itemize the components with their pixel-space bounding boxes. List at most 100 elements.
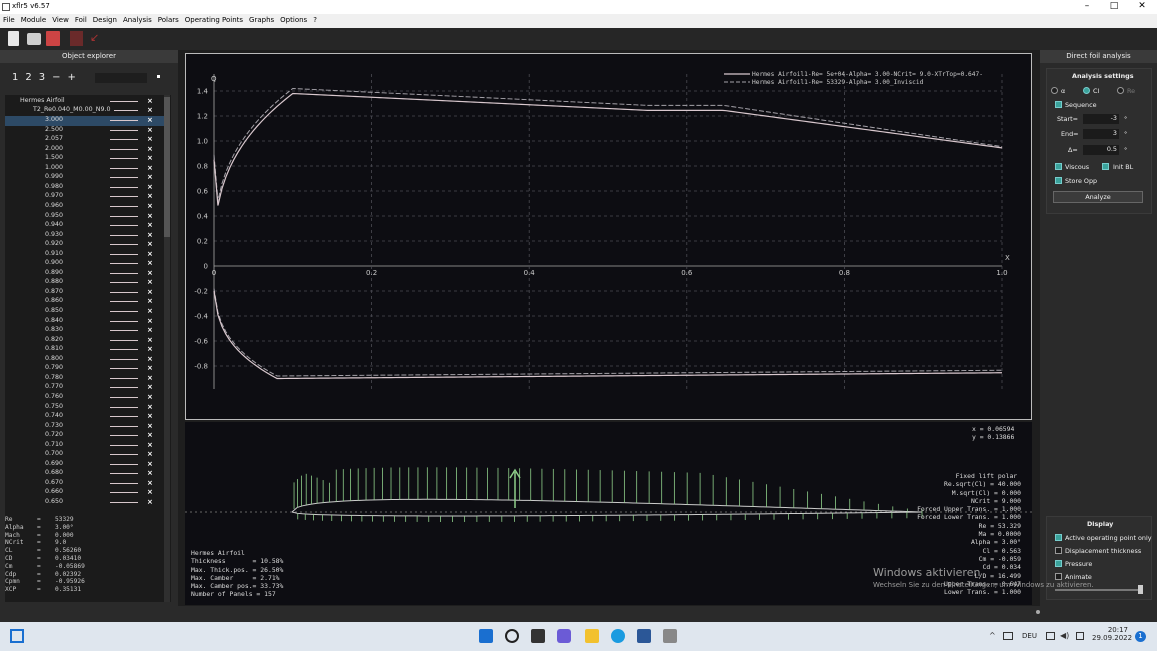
menu-polars[interactable]: Polars <box>155 14 182 26</box>
delete-icon[interactable]: × <box>147 164 153 172</box>
animation-speed-slider[interactable] <box>1055 589 1143 591</box>
delete-icon[interactable]: × <box>147 192 153 200</box>
menu-foil[interactable]: Foil <box>72 14 90 26</box>
delete-icon[interactable]: × <box>147 269 153 277</box>
opp-item[interactable]: 0.880 × <box>5 278 165 288</box>
store-opp-checkbox[interactable] <box>1055 177 1062 184</box>
battery-icon[interactable] <box>1076 632 1084 640</box>
delete-icon[interactable]: × <box>147 202 153 210</box>
delete-icon[interactable]: × <box>147 278 153 286</box>
task-view-icon[interactable] <box>10 629 24 643</box>
delete-icon[interactable]: × <box>147 145 153 153</box>
minimize-button[interactable]: – <box>1077 1 1097 11</box>
menu-design[interactable]: Design <box>90 14 120 26</box>
opp-item[interactable]: 0.940 × <box>5 221 165 231</box>
notification-badge[interactable]: 1 <box>1135 631 1146 642</box>
display-icon[interactable] <box>1046 632 1055 640</box>
opp-item[interactable]: 0.710 × <box>5 441 165 451</box>
delete-icon[interactable]: × <box>147 231 153 239</box>
language-indicator[interactable]: DEU <box>1022 632 1037 640</box>
foil-inverse-icon[interactable]: ↙ <box>90 31 104 46</box>
opp-item[interactable]: 0.790 × <box>5 364 165 374</box>
opp-item[interactable]: 0.650 × <box>5 498 165 508</box>
delete-icon[interactable]: × <box>147 307 153 315</box>
alpha-radio[interactable] <box>1051 87 1058 94</box>
menu-module[interactable]: Module <box>18 14 49 26</box>
explorer-filter-field[interactable] <box>95 73 147 83</box>
delete-icon[interactable]: × <box>147 240 153 248</box>
opp-item[interactable]: 1.000 × <box>5 164 165 174</box>
delete-icon[interactable]: × <box>147 297 153 305</box>
opp-item[interactable]: 0.870 × <box>5 288 165 298</box>
analyze-button[interactable]: Analyze <box>1053 191 1143 203</box>
opp-item[interactable]: 0.860 × <box>5 297 165 307</box>
opp-item[interactable]: 0.820 × <box>5 336 165 346</box>
start-input[interactable]: -3 <box>1083 114 1119 124</box>
opp-item[interactable]: 0.730 × <box>5 422 165 432</box>
menu-graphs[interactable]: Graphs <box>246 14 277 26</box>
close-button[interactable]: ✕ <box>1132 1 1152 11</box>
task-view-button-icon[interactable] <box>531 629 545 643</box>
q-distribution-graph[interactable]: 1.4 1.2 1.0 0.8 0.6 0.4 0.2 0 -0.2 -0.4 -0.6 -0.8 0 0… <box>185 53 1032 420</box>
new-project-icon[interactable] <box>8 31 19 46</box>
displacement-thickness-checkbox[interactable] <box>1055 547 1062 554</box>
opp-item[interactable]: 0.740 × <box>5 412 165 422</box>
opp-item[interactable]: 0.990 × <box>5 173 165 183</box>
open-folder-icon[interactable] <box>27 33 41 45</box>
delete-icon[interactable]: × <box>147 383 153 391</box>
opp-item[interactable]: 0.980 × <box>5 183 165 193</box>
opp-item[interactable]: 0.660 × <box>5 488 165 498</box>
delete-icon[interactable]: × <box>147 345 153 353</box>
maximize-button[interactable]: □ <box>1104 1 1124 11</box>
delete-icon[interactable]: × <box>147 288 153 296</box>
opp-item[interactable]: 0.760 × <box>5 393 165 403</box>
store-icon[interactable] <box>637 629 651 643</box>
delete-icon[interactable]: × <box>147 450 153 458</box>
delete-icon[interactable]: × <box>147 441 153 449</box>
delete-icon[interactable]: × <box>147 422 153 430</box>
opp-item[interactable]: 0.950 × <box>5 212 165 222</box>
tree-scrollbar[interactable] <box>164 95 170 557</box>
opp-item[interactable]: 0.800 × <box>5 355 165 365</box>
menu-analysis[interactable]: Analysis <box>120 14 155 26</box>
delete-icon[interactable]: × <box>147 460 153 468</box>
opp-item[interactable]: 0.780 × <box>5 374 165 384</box>
start-icon[interactable] <box>479 629 493 643</box>
slider-handle[interactable] <box>1138 585 1143 594</box>
delete-icon[interactable]: × <box>147 403 153 411</box>
cl-radio[interactable] <box>1083 87 1090 94</box>
tree-polar[interactable]: T2_Re0.040_M0.00_N9.0 × <box>5 106 165 116</box>
object-tree[interactable]: Hermes Airfoil × T2_Re0.040_M0.00_N9.0 × 3… <box>5 95 171 557</box>
opp-item[interactable]: 0.700 × <box>5 450 165 460</box>
delete-icon[interactable]: × <box>147 336 153 344</box>
end-input[interactable]: 3 <box>1083 129 1119 139</box>
delete-icon[interactable]: × <box>147 412 153 420</box>
opp-item[interactable]: 0.930 × <box>5 231 165 241</box>
opp-item[interactable]: 0.920 × <box>5 240 165 250</box>
delete-icon[interactable]: × <box>147 250 153 258</box>
delete-icon[interactable]: × <box>147 393 153 401</box>
tab-2[interactable]: 2 <box>25 72 31 83</box>
opp-item[interactable]: 0.890 × <box>5 269 165 279</box>
teams-icon[interactable] <box>557 629 571 643</box>
delete-icon[interactable]: × <box>147 116 153 124</box>
delete-icon[interactable]: × <box>147 355 153 363</box>
delete-icon[interactable]: × <box>147 364 153 372</box>
opp-item[interactable]: 0.720 × <box>5 431 165 441</box>
delete-icon[interactable]: × <box>147 374 153 382</box>
foil-direct-icon[interactable] <box>70 31 83 46</box>
opp-item[interactable]: 1.500 × <box>5 154 165 164</box>
opp-item[interactable]: 0.830 × <box>5 326 165 336</box>
init-bl-checkbox[interactable] <box>1102 163 1109 170</box>
menu-options[interactable]: Options <box>277 14 310 26</box>
tab-1[interactable]: 1 <box>12 72 18 83</box>
opp-item[interactable]: 3.000 × <box>5 116 165 126</box>
sequence-checkbox[interactable] <box>1055 101 1062 108</box>
opp-item[interactable]: 0.770 × <box>5 383 165 393</box>
save-icon[interactable] <box>46 31 60 46</box>
delete-icon[interactable]: × <box>147 154 153 162</box>
opp-item[interactable]: 0.750 × <box>5 403 165 413</box>
delete-icon[interactable]: × <box>147 469 153 477</box>
menu-file[interactable]: File <box>0 14 18 26</box>
opp-item[interactable]: 0.670 × <box>5 479 165 489</box>
